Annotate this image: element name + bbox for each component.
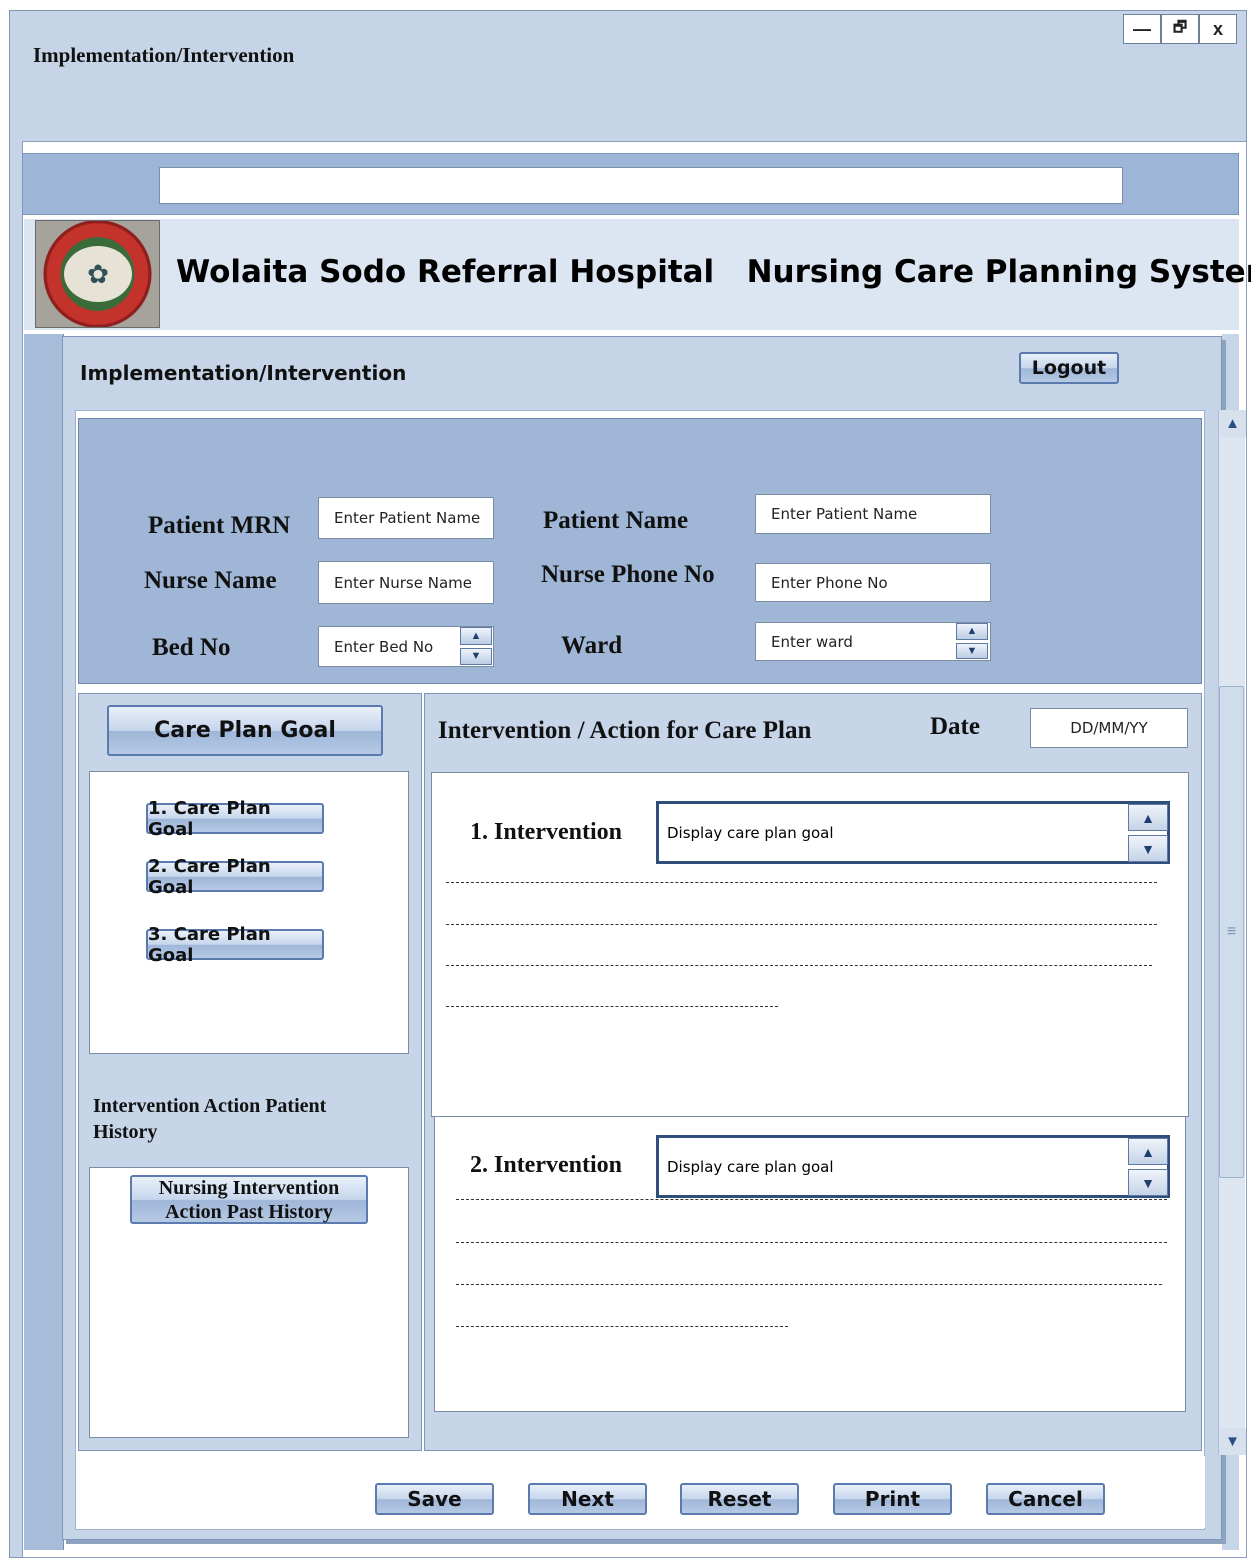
patient-mrn-field[interactable]: Enter Patient Name	[318, 497, 494, 539]
notes-line	[446, 882, 1157, 883]
left-frame-strip	[24, 334, 64, 1550]
notes-line	[456, 1326, 788, 1327]
notes-line	[456, 1284, 1162, 1285]
spin-up-icon[interactable]: ▲	[1128, 1138, 1168, 1165]
restore-icon: 🗗	[1172, 18, 1188, 36]
ward-placeholder: Enter ward	[771, 632, 853, 651]
patient-name-label: Patient Name	[543, 507, 689, 534]
minimize-icon: —	[1133, 18, 1151, 39]
spin-up-icon[interactable]: ▲	[956, 623, 988, 640]
goal-button-3[interactable]: 3. Care Plan Goal	[146, 924, 324, 966]
nurse-name-label: Nurse Name	[144, 567, 277, 594]
bed-no-placeholder: Enter Bed No	[334, 637, 434, 656]
spin-up-icon[interactable]: ▲	[460, 627, 492, 645]
patient-info-box	[78, 418, 1202, 684]
panel-title: Implementation/Intervention	[80, 361, 407, 385]
close-icon: x	[1212, 18, 1223, 39]
spin-down-icon[interactable]: ▼	[1128, 835, 1168, 862]
past-history-line1: Nursing Intervention	[158, 1176, 340, 1199]
scroll-down-icon[interactable]: ▼	[1219, 1428, 1246, 1455]
ward-label: Ward	[561, 632, 623, 659]
patient-mrn-label: Patient MRN	[148, 512, 291, 539]
next-button[interactable]: Next	[528, 1483, 647, 1515]
print-button[interactable]: Print	[833, 1483, 952, 1515]
date-label: Date	[930, 713, 980, 740]
past-history-button[interactable]: Nursing Intervention Action Past History	[130, 1175, 368, 1224]
restore-button[interactable]: 🗗	[1161, 14, 1199, 44]
close-button[interactable]: x	[1199, 14, 1237, 44]
date-field[interactable]: DD/MM/YY	[1030, 708, 1188, 748]
nurse-phone-label: Nurse Phone No	[541, 561, 715, 588]
patient-name-field[interactable]: Enter Patient Name	[755, 494, 991, 534]
spin-down-icon[interactable]: ▼	[956, 642, 988, 659]
logout-button[interactable]: Logout	[1019, 352, 1119, 384]
intervention-1-label: 1. Intervention	[470, 819, 622, 845]
spin-down-icon[interactable]: ▼	[1128, 1169, 1168, 1196]
notes-line	[456, 1199, 1167, 1200]
seal-emblem-icon: ✿	[64, 246, 132, 302]
address-input[interactable]	[159, 167, 1123, 204]
ward-spinner[interactable]: ▲ ▼	[956, 623, 988, 659]
scroll-up-icon[interactable]: ▲	[1219, 410, 1246, 437]
hospital-title: Wolaita Sodo Referral Hospital Nursing C…	[176, 254, 1251, 290]
bed-no-spinner[interactable]: ▲ ▼	[460, 627, 492, 665]
window-title: Implementation/Intervention	[33, 43, 295, 67]
intervention-2-spinner[interactable]: ▲ ▼	[1128, 1138, 1168, 1196]
notes-line	[446, 965, 1152, 966]
intervention-2-display[interactable]: Display care plan goal	[656, 1135, 1170, 1198]
nurse-phone-field[interactable]: Enter Phone No	[755, 563, 991, 602]
history-title: Intervention Action Patient History	[93, 1095, 327, 1143]
goal-button-1[interactable]: 1. Care Plan Goal	[146, 798, 324, 840]
intervention-2-label: 2. Intervention	[470, 1152, 622, 1178]
save-button[interactable]: Save	[375, 1483, 494, 1515]
nurse-name-field[interactable]: Enter Nurse Name	[318, 561, 494, 604]
spin-up-icon[interactable]: ▲	[1128, 804, 1168, 831]
notes-line	[446, 1006, 778, 1007]
notes-line	[446, 924, 1157, 925]
bed-no-label: Bed No	[152, 634, 231, 661]
goal-button-2[interactable]: 2. Care Plan Goal	[146, 856, 324, 898]
intervention-1-spinner[interactable]: ▲ ▼	[1128, 804, 1168, 862]
spin-down-icon[interactable]: ▼	[460, 647, 492, 665]
intervention-1-display[interactable]: Display care plan goal	[656, 801, 1170, 864]
intervention-title: Intervention / Action for Care Plan	[438, 717, 812, 744]
cancel-button[interactable]: Cancel	[986, 1483, 1105, 1515]
past-history-line2: Action Past History	[165, 1200, 333, 1223]
minimize-button[interactable]: —	[1123, 14, 1161, 44]
scrollbar-thumb[interactable]: ≡	[1219, 686, 1244, 1178]
care-plan-goal-header[interactable]: Care Plan Goal	[107, 705, 383, 756]
notes-line	[456, 1242, 1167, 1243]
reset-button[interactable]: Reset	[680, 1483, 799, 1515]
